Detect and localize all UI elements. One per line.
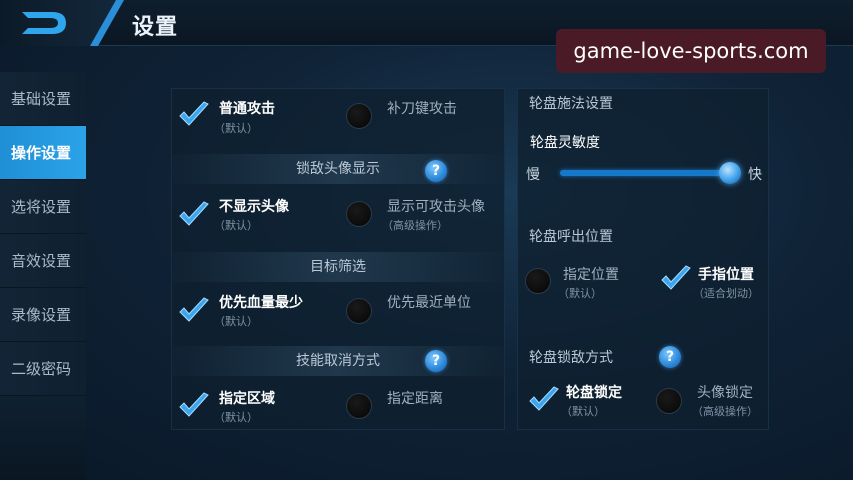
option-label: 显示可攻击头像 (387, 199, 485, 215)
back-logo-icon (22, 12, 66, 34)
radio-circle-icon (525, 268, 551, 294)
option-label: 不显示头像 (219, 199, 289, 215)
radio-circle-icon (346, 393, 372, 419)
option-sub: （默认） (561, 405, 605, 418)
section-title-wheel-lock: 轮盘锁敌方式 (529, 350, 613, 366)
option-sub: （默认） (214, 315, 258, 328)
sidebar-item-basic[interactable]: 基础设置 (0, 72, 86, 126)
watermark: game-love-sports.com (556, 29, 826, 73)
option-label: 头像锁定 (697, 385, 753, 401)
option-sub: （默认） (214, 122, 258, 135)
sensitivity-slider-thumb[interactable] (719, 162, 741, 184)
checkmark-icon (179, 201, 209, 226)
section-title-wheel-callout: 轮盘呼出位置 (529, 229, 613, 245)
header-divider-icon (90, 0, 124, 46)
option-sub: （默认） (214, 411, 258, 424)
section-header-lock-avatar: 锁敌头像显示 (171, 154, 505, 184)
option-label: 指定位置 (563, 267, 619, 283)
sensitivity-slider-track[interactable] (560, 170, 730, 176)
sidebar-footer (0, 396, 86, 480)
option-label: 补刀键攻击 (387, 101, 457, 117)
option-sub: （高级操作） (692, 405, 758, 418)
sidebar-item-hero-select[interactable]: 选将设置 (0, 180, 86, 234)
radio-circle-icon (346, 201, 372, 227)
option-label: 手指位置 (698, 267, 754, 283)
option-sub: （默认） (558, 287, 602, 300)
sensitivity-label: 轮盘灵敏度 (530, 135, 600, 151)
sidebar-item-replay[interactable]: 录像设置 (0, 288, 86, 342)
section-title-wheel-cast: 轮盘施法设置 (529, 96, 613, 112)
option-label: 优先血量最少 (219, 295, 303, 311)
option-label: 指定区域 (219, 391, 275, 407)
help-icon[interactable]: ? (659, 346, 681, 368)
sidebar-item-sound[interactable]: 音效设置 (0, 234, 86, 288)
section-header-target-filter: 目标筛选 (171, 252, 505, 282)
radio-circle-icon (346, 103, 372, 129)
sidebar-item-secondary-password[interactable]: 二级密码 (0, 342, 86, 396)
radio-circle-icon (346, 298, 372, 324)
section-header-skill-cancel: 技能取消方式 (171, 346, 505, 376)
help-icon[interactable]: ? (425, 160, 447, 182)
option-sub: （适合划动） (693, 287, 759, 300)
option-label: 指定距离 (387, 391, 443, 407)
option-label: 轮盘锁定 (566, 385, 622, 401)
slider-min-label: 慢 (526, 167, 540, 183)
help-icon[interactable]: ? (425, 350, 447, 372)
checkmark-icon (661, 265, 691, 290)
checkmark-icon (179, 101, 209, 126)
checkmark-icon (179, 392, 209, 417)
option-sub: （高级操作） (382, 219, 448, 232)
sidebar-item-controls[interactable]: 操作设置 (0, 126, 86, 180)
option-label: 普通攻击 (219, 101, 275, 117)
checkmark-icon (179, 297, 209, 322)
option-label: 优先最近单位 (387, 295, 471, 311)
page-title: 设置 (132, 15, 179, 40)
radio-circle-icon (656, 388, 682, 414)
sidebar: 基础设置 操作设置 选将设置 音效设置 录像设置 二级密码 (0, 72, 86, 396)
option-sub: （默认） (214, 219, 258, 232)
checkmark-icon (529, 386, 559, 411)
slider-max-label: 快 (748, 167, 762, 183)
